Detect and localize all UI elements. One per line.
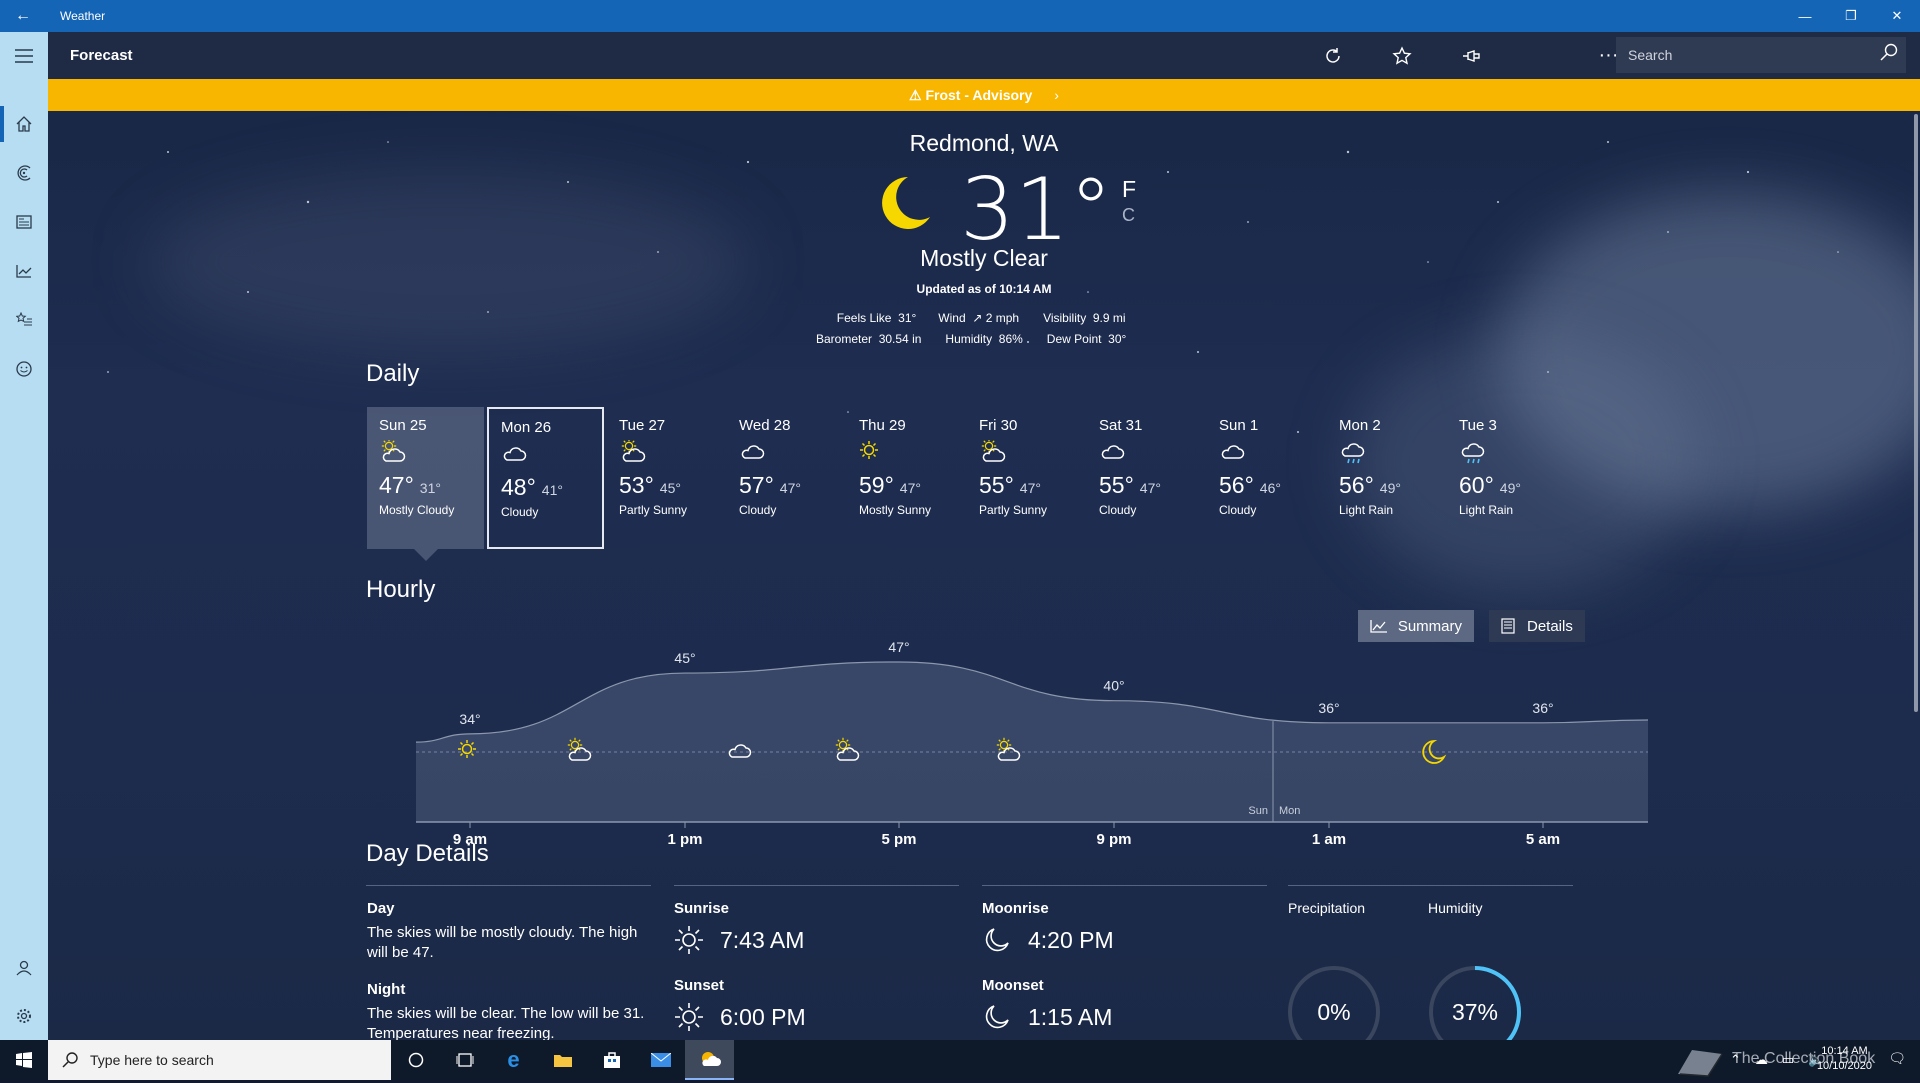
day-label: Day (367, 900, 395, 917)
moonset-time: 1:15 AM (1028, 1003, 1113, 1030)
sun-times: Sunrise 7:43 AM Sunset 6:00 PM (674, 900, 959, 1032)
divider (674, 885, 959, 886)
humidity-ring: 37% (1427, 964, 1523, 1040)
onedrive-cloud-icon[interactable]: ☁ (1755, 1052, 1768, 1068)
precipitation-ring: 0% (1286, 964, 1382, 1040)
minimize-icon[interactable]: — (1782, 0, 1828, 32)
precipitation-value: 0% (1317, 998, 1351, 1025)
divider (1288, 885, 1573, 886)
restore-icon[interactable]: ❐ (1828, 0, 1874, 32)
sunset-icon (675, 1003, 703, 1031)
news-icon[interactable] (0, 198, 48, 246)
nav-rail (0, 32, 48, 1040)
clock-date: 10/10/2020 (1816, 1060, 1872, 1072)
hamburger-menu-icon[interactable] (0, 32, 48, 80)
file-explorer-icon[interactable] (538, 1040, 587, 1080)
search-icon (62, 1052, 78, 1068)
moonrise-time: 4:20 PM (1028, 926, 1114, 953)
favorites-list-icon[interactable] (0, 296, 48, 344)
notifications-icon[interactable]: 🗨 (1888, 1050, 1906, 1067)
moonrise-label: Moonrise (982, 900, 1049, 917)
cortana-icon[interactable] (391, 1040, 440, 1080)
day-text: The skies will be mostly cloudy. The hig… (367, 924, 638, 961)
mail-icon[interactable] (636, 1040, 685, 1080)
night-label: Night (367, 981, 406, 998)
humidity-detail-label: Humidity (1428, 900, 1483, 916)
hourly-temp-label: 47° (888, 639, 909, 655)
title-bar: ← Weather — ❐ ✕ (0, 0, 1920, 32)
day-night-summary: Day The skies will be mostly cloudy. The… (367, 900, 652, 1040)
sunset-time: 6:00 PM (720, 1003, 806, 1030)
hourly-time-label: 1 pm (667, 831, 702, 848)
moonset-icon (985, 1005, 1009, 1029)
hourly-time-label: 5 pm (881, 831, 916, 848)
main-content: Forecast ··· Search ⚠ Frost - Advisory ›… (48, 32, 1920, 1040)
taskbar-search-box[interactable]: Type here to search (48, 1040, 391, 1080)
divider-label-sun: Sun (1248, 805, 1268, 817)
moonset-label: Moonset (982, 977, 1044, 994)
hourly-temp-label: 36° (1318, 700, 1339, 716)
edge-browser-icon[interactable]: e (489, 1040, 538, 1080)
maps-radar-icon[interactable] (0, 149, 48, 197)
night-text: The skies will be clear. The low will be… (367, 1005, 645, 1040)
weather-window: ← Weather — ❐ ✕ Forecast ··· Search ⚠ Fr… (0, 0, 1920, 1080)
task-view-icon[interactable] (440, 1040, 489, 1080)
hourly-time-label: 9 pm (1096, 831, 1131, 848)
hourly-temp-label: 40° (1103, 678, 1124, 694)
moonrise-icon (985, 928, 1009, 952)
moon-times: Moonrise 4:20 PM Moonset 1:15 AM (982, 900, 1267, 1032)
divider (982, 885, 1267, 886)
taskbar-search-placeholder: Type here to search (90, 1052, 214, 1068)
clock-time: 10:14 AM (1821, 1045, 1868, 1057)
back-arrow-icon[interactable]: ← (0, 0, 46, 32)
day-details-title: Day Details (366, 840, 489, 867)
hourly-temp-label: 36° (1532, 700, 1553, 716)
network-icon[interactable]: ▭ (1782, 1052, 1794, 1068)
system-clock[interactable]: 10:14 AM 10/10/2020 (1817, 1044, 1872, 1074)
sunrise-icon (675, 926, 703, 954)
system-tray: ⌃ ☁ ▭ 🔈 (1730, 1052, 1824, 1068)
sunrise-time: 7:43 AM (720, 926, 805, 953)
settings-gear-icon[interactable] (0, 992, 48, 1040)
hourly-area (416, 662, 1648, 822)
hourly-temp-label: 45° (674, 650, 695, 666)
sunrise-label: Sunrise (674, 900, 730, 917)
divider-label-mon: Mon (1279, 805, 1300, 817)
close-icon[interactable]: ✕ (1874, 0, 1920, 32)
hourly-chart: Sun Mon34°9 am45°1 pm47°5 pm40°9 pm36°1 a… (415, 639, 1649, 848)
divider (366, 885, 651, 886)
humidity-ring-value: 37% (1451, 998, 1499, 1025)
hourly-time-label: 5 am (1526, 831, 1560, 848)
sunset-label: Sunset (674, 977, 725, 994)
window-title: Weather (60, 9, 106, 23)
hourly-temp-label: 34° (459, 711, 480, 727)
account-icon[interactable] (0, 944, 48, 992)
feedback-smiley-icon[interactable] (0, 345, 48, 393)
watermark-book-logo (1670, 1044, 1730, 1078)
store-icon[interactable] (587, 1040, 636, 1080)
hourly-time-label: 1 am (1312, 831, 1346, 848)
precipitation-label: Precipitation (1288, 900, 1366, 916)
home-icon[interactable] (0, 100, 48, 148)
weather-app-taskbar-icon[interactable] (685, 1040, 734, 1080)
historical-chart-icon[interactable] (0, 247, 48, 295)
taskbar: Type here to search e The Collection Boo… (0, 1040, 1920, 1080)
chevron-up-icon[interactable]: ⌃ (1730, 1052, 1741, 1068)
windows-start-icon[interactable] (0, 1040, 48, 1080)
